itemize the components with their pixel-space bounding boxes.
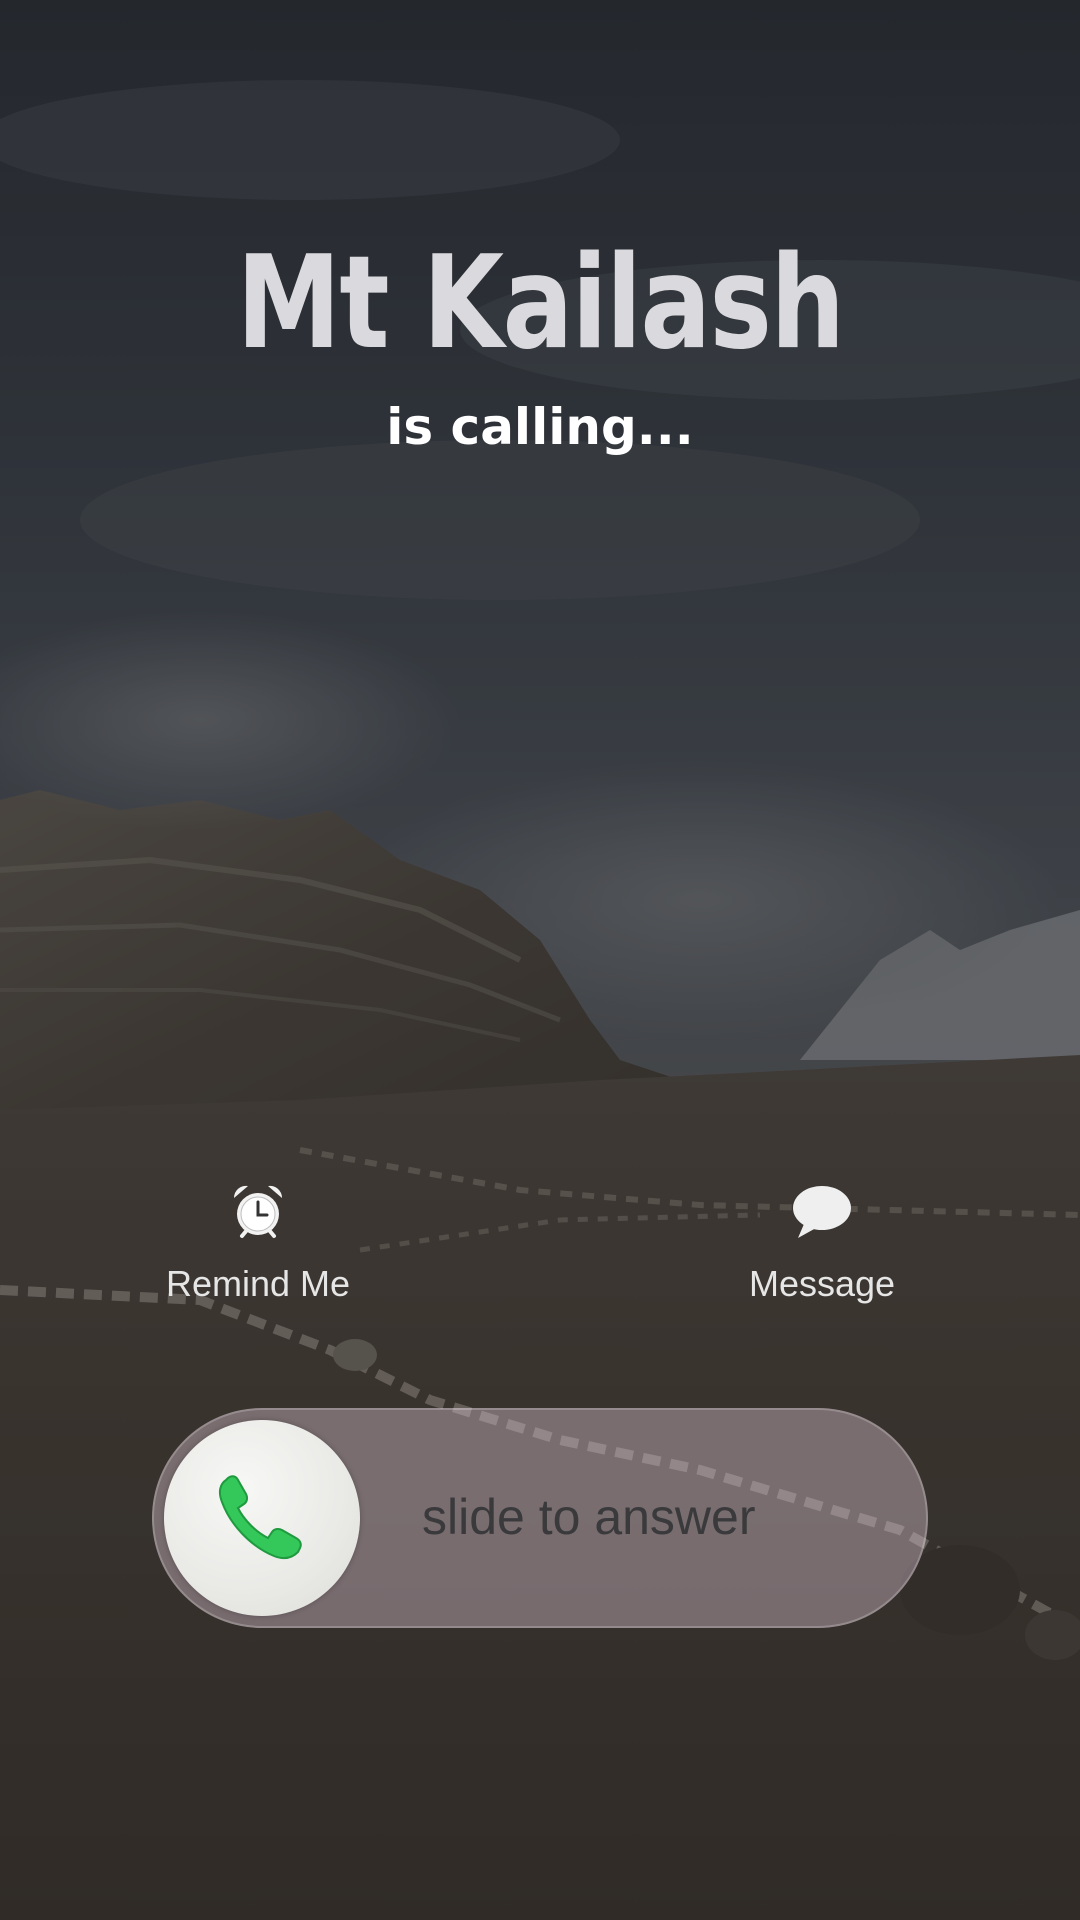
remind-me-button[interactable]: Remind Me (128, 1180, 388, 1302)
speech-bubble-icon (793, 1186, 851, 1238)
slide-to-answer-slider[interactable]: slide to answer (152, 1408, 928, 1628)
slide-to-answer-label: slide to answer (422, 1489, 756, 1545)
call-status-text: is calling... (386, 398, 694, 456)
caller-name: Mt Kailash (236, 229, 846, 378)
remind-me-label: Remind Me (165, 1263, 351, 1304)
phone-icon (218, 1475, 302, 1560)
alarm-clock-icon (233, 1185, 283, 1238)
incoming-call-screen: Mt Kailash is calling... Remind Me Messa… (0, 0, 1080, 1920)
message-button[interactable]: Message (692, 1180, 952, 1302)
answer-knob[interactable] (164, 1420, 360, 1616)
message-label: Message (748, 1263, 896, 1304)
